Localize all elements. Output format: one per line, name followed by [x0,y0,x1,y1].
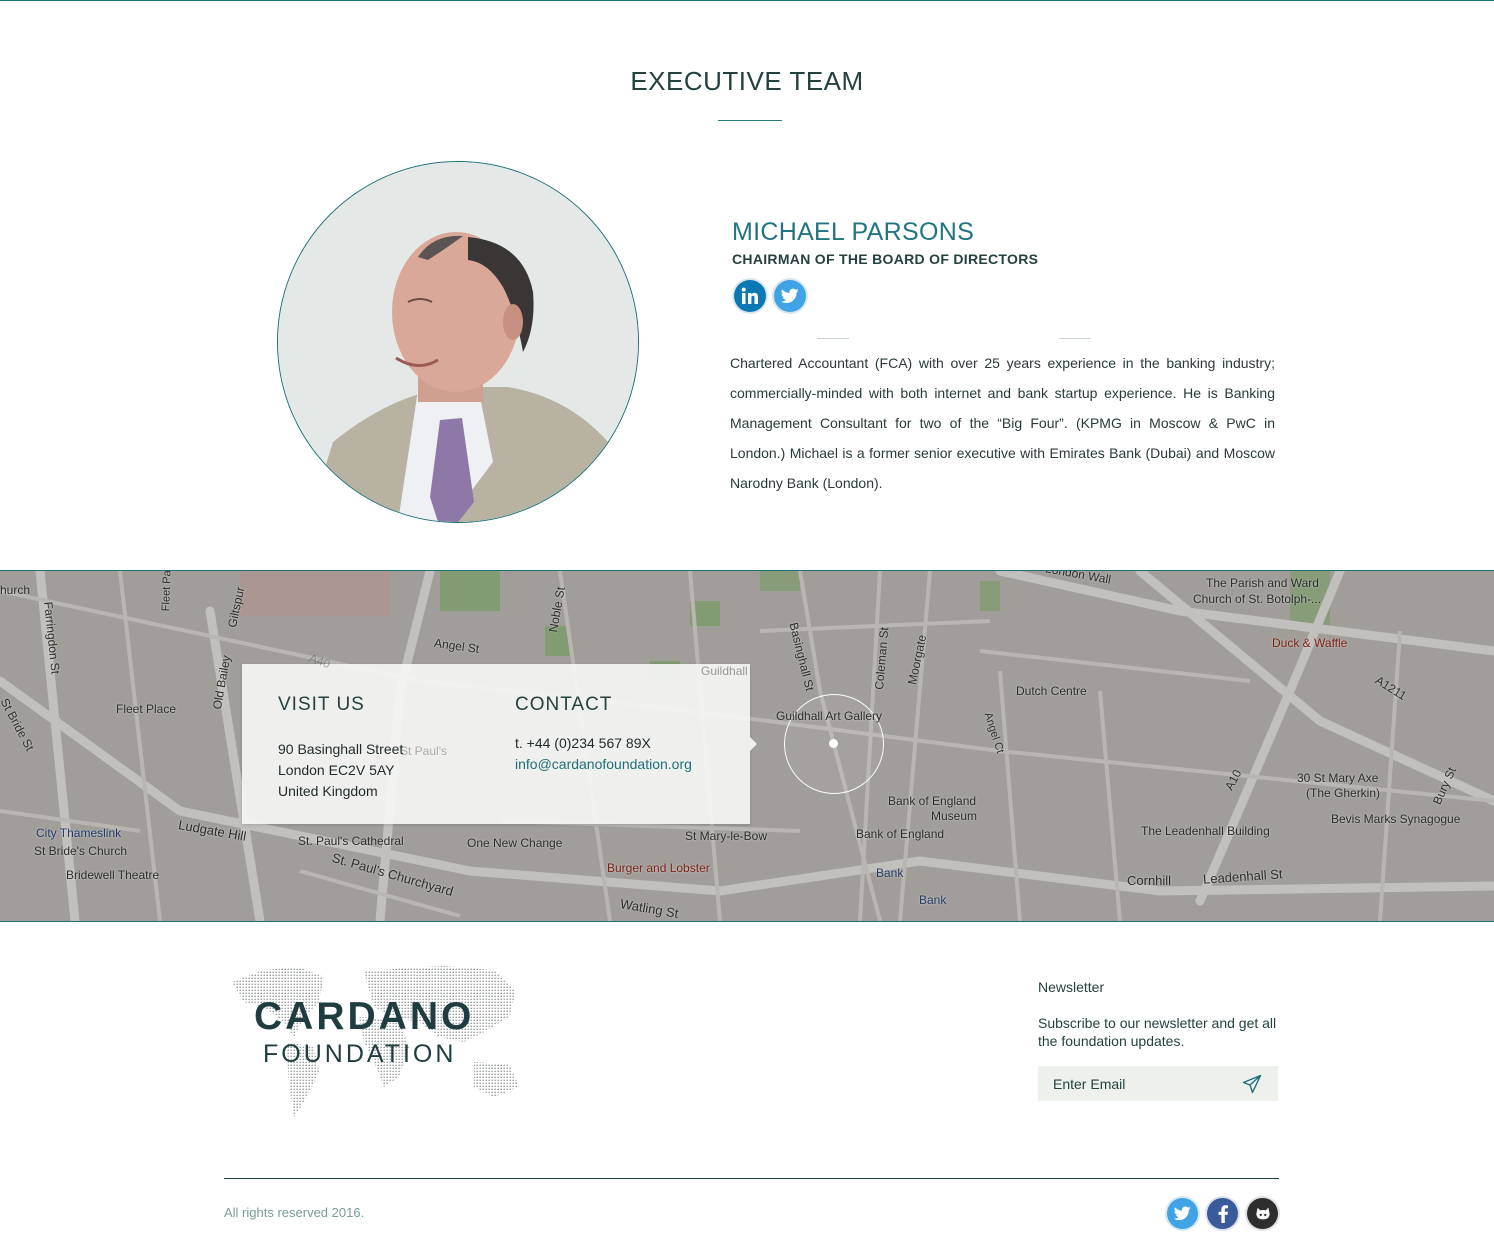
footer-github-button[interactable] [1247,1198,1278,1229]
map-label: Burger and Lobster [607,861,710,875]
map-label: Church of St. Botolph-... [1193,592,1322,606]
linkedin-button[interactable] [734,280,766,312]
contact-heading: CONTACT [515,694,613,715]
map-label: St Bride's Church [34,844,127,858]
map-label: Bridewell Theatre [66,868,160,882]
map-label: 30 St Mary Axe [1297,771,1379,785]
member-name: MICHAEL PARSONS [732,218,975,246]
map-label: Museum [931,809,978,823]
card-pointer [750,737,757,751]
map-label: Bank of England [888,794,977,808]
map-label: Duck & Waffle [1272,636,1348,650]
map-label: One New Change [467,836,563,850]
map-label: The Leadenhall Building [1141,824,1270,838]
email-link[interactable]: info@cardanofoundation.org [515,756,692,772]
phone-number: t. +44 (0)234 567 89X [515,735,651,751]
logo-text-foundation: FOUNDATION [263,1040,457,1068]
map-label: Guildhall Art Gallery [776,709,883,723]
decorative-dash [1059,338,1091,339]
copyright-text: All rights reserved 2016. [224,1205,365,1220]
member-role: CHAIRMAN OF THE BOARD OF DIRECTORS [732,251,1039,267]
map-label: St Mary-le-Bow [685,829,768,843]
map-label: hurch [0,583,31,597]
map-label: Bank [919,893,947,907]
map-label: The Parish and Ward [1206,576,1319,590]
map-label: City Thameslink [36,826,122,840]
top-divider [0,0,1494,1]
map-label: (The Gherkin) [1306,786,1381,800]
address-line: London EC2V 5AY [278,762,395,778]
github-icon [1255,1207,1270,1219]
facebook-icon [1218,1204,1228,1223]
location-map[interactable]: hurch Farringdon St Giltspur Fleet Passa… [0,570,1494,922]
map-label: Fleet Place [116,702,177,716]
twitter-button[interactable] [774,280,806,312]
newsletter-title: Newsletter [1038,979,1105,995]
map-label: Guildhall [701,664,748,678]
newsletter-description: Subscribe to our newsletter and get all … [1038,1015,1277,1049]
location-marker-dot [829,739,838,748]
newsletter-form [1038,1066,1278,1101]
member-bio: Chartered Accountant (FCA) with over 25 … [730,355,1275,491]
visit-us-heading: VISIT US [278,694,365,715]
logo-text-cardano: CARDANO [254,995,475,1038]
address-line: 90 Basinghall Street [278,741,404,757]
linkedin-icon [741,287,758,304]
map-label: St. Paul's Cathedral [298,834,404,848]
title-underline [718,120,782,121]
map-label: Bevis Marks Synagogue [1331,812,1461,826]
decorative-dash [817,338,849,339]
footer-facebook-button[interactable] [1207,1198,1238,1229]
member-portrait [277,161,639,523]
map-label: Cornhill [1127,873,1172,888]
address-line: United Kingdom [278,783,378,799]
footer-twitter-button[interactable] [1167,1198,1198,1229]
section-title: EXECUTIVE TEAM [630,66,864,96]
twitter-icon [781,288,799,304]
send-icon[interactable] [1242,1074,1262,1094]
map-label: St Paul's [400,744,447,758]
map-label: Bank of England [856,827,945,841]
twitter-icon [1174,1206,1191,1221]
map-label: Dutch Centre [1016,684,1087,698]
map-label: Bank [876,866,904,880]
newsletter-email-input[interactable] [1038,1066,1243,1101]
portrait-illustration [278,162,638,522]
contact-card: Guildhall St Paul's A40 VISIT US 90 Basi… [242,651,750,824]
footer-divider [224,1178,1279,1179]
